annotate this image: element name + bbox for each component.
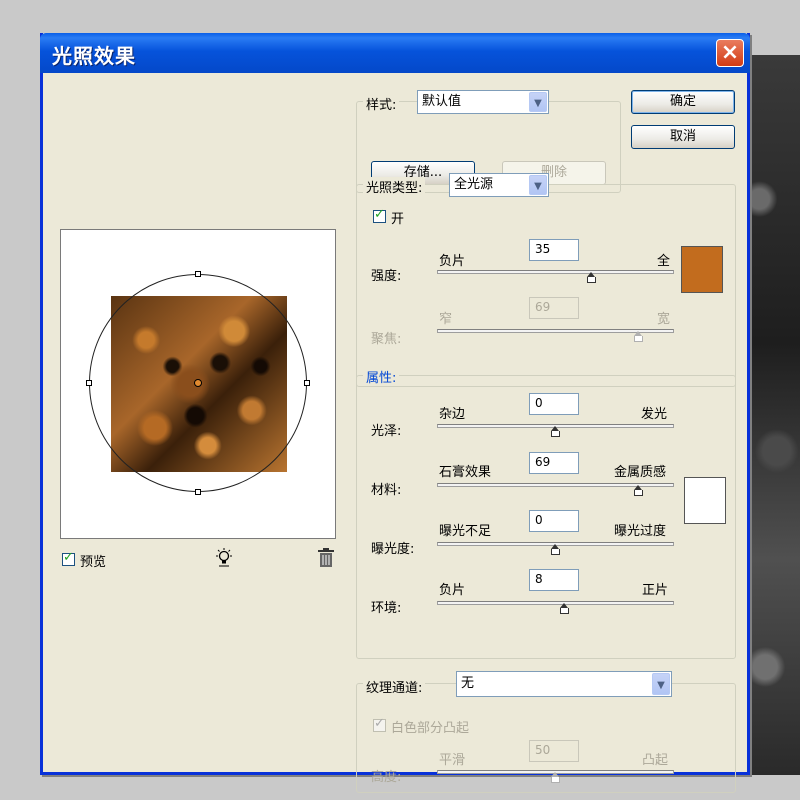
ambience-slider-thumb[interactable] <box>560 603 570 614</box>
material-color-swatch[interactable] <box>684 477 726 524</box>
texture-channel-group <box>356 683 736 793</box>
texture-channel-select-value: 无 <box>461 676 475 691</box>
title-bar[interactable]: 光照效果 × <box>40 33 750 73</box>
light-type-select-value: 全光源 <box>454 177 494 192</box>
light-center-handle[interactable] <box>194 379 202 387</box>
dialog-title: 光照效果 <box>52 44 136 68</box>
exposure-left-label: 曝光不足 <box>439 524 492 539</box>
ok-button[interactable]: 确定 <box>631 90 735 114</box>
gloss-input[interactable]: 0 <box>529 393 579 415</box>
close-icon: × <box>720 40 740 65</box>
gloss-label: 光泽: <box>371 424 402 439</box>
white-high-label: 白色部分凸起 <box>391 721 470 736</box>
preview-canvas[interactable] <box>60 229 336 539</box>
ambience-right-label: 正片 <box>642 583 669 598</box>
height-slider-thumb[interactable] <box>551 772 560 783</box>
preview-label: 预览 <box>80 555 107 570</box>
height-label: 高度: <box>371 770 402 785</box>
material-right-label: 金属质感 <box>614 465 667 480</box>
light-type-label: 光照类型: <box>363 177 426 196</box>
focus-left-label: 窄 <box>439 312 453 327</box>
dialog-body: 预览 样式: 默认值 ▼ 存储... 删除 确定 <box>43 73 747 793</box>
chevron-down-icon: ▼ <box>529 175 547 195</box>
focus-input[interactable]: 69 <box>529 297 579 319</box>
lighting-effects-dialog: 光照效果 × 预览 <box>40 33 750 793</box>
light-color-swatch[interactable] <box>681 246 723 293</box>
material-left-label: 石膏效果 <box>439 465 492 480</box>
background-photo <box>742 55 800 775</box>
gloss-slider-thumb[interactable] <box>551 426 560 437</box>
gloss-right-label: 发光 <box>641 407 668 422</box>
ellipse-handle-right[interactable] <box>304 380 310 386</box>
light-on-checkbox[interactable] <box>373 207 386 223</box>
light-type-select[interactable]: 全光源 ▼ <box>449 173 549 197</box>
style-select[interactable]: 默认值 ▼ <box>417 90 549 114</box>
intensity-slider-track[interactable] <box>437 270 674 274</box>
properties-title: 属性: <box>363 367 400 386</box>
style-label: 样式: <box>363 94 400 113</box>
light-type-group <box>356 184 736 387</box>
light-on-label: 开 <box>391 212 405 227</box>
preview-checkbox[interactable] <box>62 550 75 566</box>
material-label: 材料: <box>371 483 402 498</box>
ellipse-handle-left[interactable] <box>86 380 92 386</box>
style-select-value: 默认值 <box>422 94 462 109</box>
ellipse-handle-top[interactable] <box>195 271 201 277</box>
exposure-slider-thumb[interactable] <box>551 544 560 555</box>
ambience-label: 环境: <box>371 601 402 616</box>
height-right-label: 凸起 <box>642 753 669 768</box>
exposure-right-label: 曝光过度 <box>614 524 667 539</box>
intensity-right-label: 全 <box>657 254 671 269</box>
ambience-slider-track[interactable] <box>437 601 674 605</box>
exposure-input[interactable]: 0 <box>529 510 579 532</box>
material-slider-thumb[interactable] <box>633 485 643 496</box>
focus-label: 聚焦: <box>371 332 402 347</box>
ellipse-handle-bottom[interactable] <box>195 489 201 495</box>
height-left-label: 平滑 <box>439 753 466 768</box>
texture-channel-label: 纹理通道: <box>363 677 426 696</box>
exposure-label: 曝光度: <box>371 542 415 557</box>
height-input[interactable]: 50 <box>529 740 579 762</box>
chevron-down-icon: ▼ <box>529 92 547 112</box>
intensity-slider-thumb[interactable] <box>586 272 596 283</box>
chevron-down-icon: ▼ <box>652 673 670 695</box>
texture-channel-select[interactable]: 无 ▼ <box>456 671 672 697</box>
white-high-checkbox[interactable] <box>373 716 386 732</box>
close-button[interactable]: × <box>716 39 744 67</box>
trash-icon[interactable] <box>316 547 336 569</box>
ambience-left-label: 负片 <box>439 583 466 598</box>
gloss-left-label: 杂边 <box>439 407 466 422</box>
intensity-label: 强度: <box>371 269 402 284</box>
focus-slider-thumb[interactable] <box>633 331 643 342</box>
material-input[interactable]: 69 <box>529 452 579 474</box>
cancel-button[interactable]: 取消 <box>631 125 735 149</box>
intensity-left-label: 负片 <box>439 254 466 269</box>
light-bulb-icon[interactable] <box>213 547 235 569</box>
ambience-input[interactable]: 8 <box>529 569 579 591</box>
focus-right-label: 宽 <box>657 312 671 327</box>
intensity-input[interactable]: 35 <box>529 239 579 261</box>
